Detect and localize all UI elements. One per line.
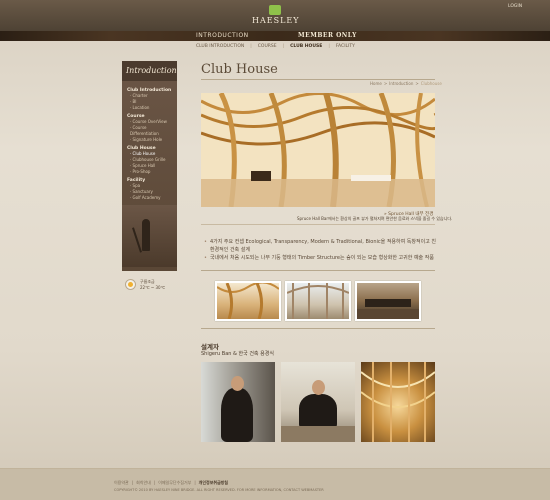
gallery-thumbnail-hall[interactable] [285, 281, 351, 321]
breadcrumb-separator: > [383, 81, 388, 86]
footer-link-email-policy[interactable]: 이메일무단수집거부 [158, 480, 191, 486]
footer [0, 469, 550, 500]
weather-temperature: 22℃ ~ 30℃ [140, 285, 166, 290]
footer-separator: | [194, 480, 196, 485]
sidebar-title: Introduction [122, 61, 177, 81]
breadcrumb-home[interactable]: Home [370, 81, 382, 86]
feature-list: • 4가지 주요 컨셉 Ecological, Transparency, Mo… [204, 238, 436, 262]
footer-link-terms[interactable]: 이용약관 [114, 480, 129, 486]
subnav-facility[interactable]: FACILITY [336, 44, 355, 49]
weather-text: 구름조금 22℃ ~ 30℃ [140, 279, 165, 291]
bullet-icon: • [204, 239, 207, 245]
person-face [312, 380, 325, 395]
main-nav-band [0, 31, 550, 41]
brand-logo-icon[interactable] [269, 5, 281, 15]
designer-names: Shigeru Ban & 한국 건축 용경식 [201, 351, 274, 357]
login-link[interactable]: LOGIN [508, 4, 522, 9]
nav-introduction[interactable]: INTRODUCTION [196, 32, 249, 39]
breadcrumb-current: Clubhouse [420, 81, 442, 86]
gallery-thumbnail-exterior[interactable] [355, 281, 421, 321]
sidebar-item-location[interactable]: · Location [130, 105, 172, 111]
footer-separator: | [153, 480, 156, 485]
gallery-thumbnail-interior[interactable] [215, 281, 281, 321]
sidebar-item-course-differentiation[interactable]: · Course Differentiation [130, 125, 172, 137]
structure-model-photo [361, 362, 435, 442]
image-caption-text: Spruce Hall Bar에서는 환상의 골프 뷰가 펼쳐지며 편안한 음료… [297, 216, 453, 221]
sidebar-item-signature-hole[interactable]: · Signature Hole [130, 137, 172, 143]
sidebar-menu: Club Introduction · Charter · BI · Locat… [122, 81, 177, 205]
subnav-course[interactable]: COURSE [258, 44, 277, 49]
subnav-separator: | [282, 44, 285, 49]
golfer-silhouette-icon [142, 219, 150, 251]
designer-photo-shigeru-ban [201, 362, 275, 442]
footer-link-privacy[interactable]: 개인정보취급방침 [199, 480, 228, 486]
footer-separator: | [131, 480, 134, 485]
designer-photo-korean-architect [281, 362, 355, 442]
sidebar-golfer-image [122, 205, 177, 267]
breadcrumb-introduction[interactable]: Introduction [389, 81, 413, 86]
desk-shape [281, 426, 355, 442]
brand-name[interactable]: HAESLEY [252, 16, 299, 25]
footer-links: 이용약관 | 회칙안내 | 이메일무단수집거부 | 개인정보취급방침 [114, 480, 228, 486]
section-divider [201, 270, 435, 271]
feature-item: • 국내에서 처음 시도되는 나무 기둥 형태의 Timber Structur… [204, 255, 434, 261]
person-silhouette [221, 388, 253, 442]
designer-photos [201, 362, 435, 442]
section-divider [201, 328, 435, 329]
weather-widget: 구름조금 22℃ ~ 30℃ [125, 279, 165, 291]
subnav-separator: | [250, 44, 252, 49]
golf-club-shape [132, 227, 142, 253]
page-title: Club House [201, 62, 278, 77]
footer-link-rules[interactable]: 회칙안내 [136, 480, 151, 486]
timber-structure-illustration [201, 93, 435, 207]
feature-item: • 4가지 주요 컨셉 Ecological, Transparency, Mo… [204, 239, 436, 253]
weather-icon [125, 279, 136, 290]
sidebar-item-pro-shop[interactable]: · Pro-Shop [130, 169, 172, 175]
breadcrumb-separator: > [415, 81, 419, 86]
nav-member-only[interactable]: MEMBER ONLY [298, 32, 357, 39]
bullet-icon: • [204, 255, 207, 261]
person-silhouette [299, 394, 337, 430]
sun-icon [128, 282, 133, 287]
thumbnail-gallery [215, 281, 421, 321]
subnav-separator: | [328, 44, 330, 49]
subnav: CLUB INTRODUCTION | COURSE | CLUB HOUSE … [196, 44, 355, 49]
person-face [231, 376, 244, 391]
sidebar-item-golf-academy[interactable]: · Golf Academy [130, 195, 172, 201]
title-divider [201, 79, 435, 80]
subnav-club-introduction[interactable]: CLUB INTRODUCTION [196, 44, 244, 49]
clubhouse-hero-image [201, 93, 435, 207]
breadcrumb: Home > Introduction > Clubhouse [370, 81, 442, 86]
caption-divider [201, 224, 435, 225]
subnav-club-house[interactable]: CLUB HOUSE [290, 44, 322, 49]
copyright-text: COPYRIGHT© 2010 BY HAESLEY NINE BRIDGE. … [114, 488, 324, 492]
